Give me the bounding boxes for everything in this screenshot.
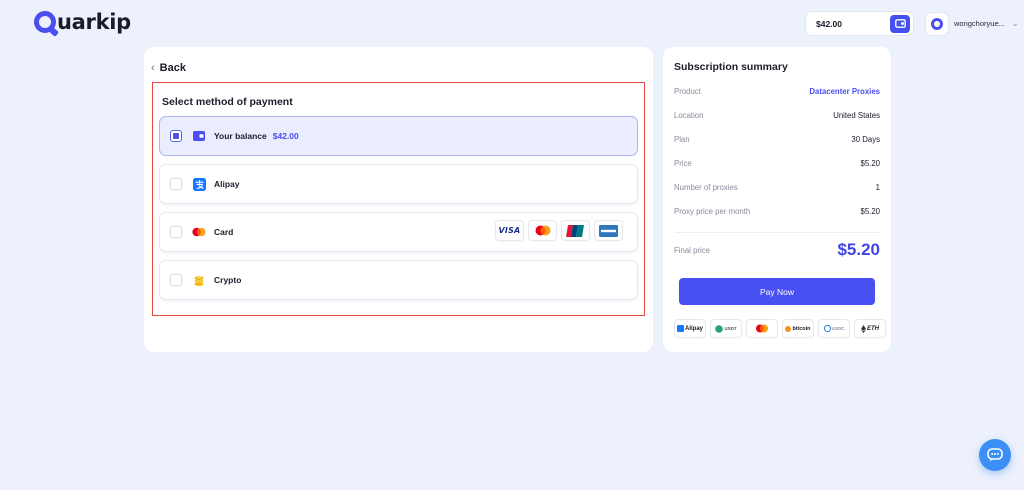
- summary-divider: [674, 232, 880, 233]
- summary-key: Proxy price per month: [674, 206, 751, 216]
- wallet-icon: [894, 19, 906, 28]
- summary-row-proxy-price-per-month: Proxy price per month $5.20: [674, 205, 880, 217]
- option-balance-amount: $42.00: [272, 131, 299, 141]
- bitcoin-logo: bitcoin: [783, 320, 813, 337]
- top-up-button[interactable]: [890, 14, 910, 33]
- back-button[interactable]: ‹ Back: [151, 62, 186, 74]
- usdt-logo-text: USDT: [724, 326, 737, 331]
- summary-key: Number of proxies: [674, 182, 738, 192]
- user-menu[interactable]: wongchoryue... ⌄: [926, 12, 1019, 35]
- checkbox-crypto[interactable]: [170, 274, 182, 286]
- logo-wordmark: uarkip: [57, 10, 131, 34]
- chat-bubble-icon: [987, 448, 1003, 462]
- alipay-icon: [192, 177, 206, 191]
- checkbox-card[interactable]: [170, 226, 182, 238]
- summary-key: Price: [674, 158, 692, 168]
- summary-row-number-of-proxies: Number of proxies 1: [674, 181, 880, 193]
- subscription-summary-card: Subscription summary Product Datacenter …: [663, 47, 891, 352]
- option-label: Card: [214, 227, 234, 237]
- summary-key: Location: [674, 110, 704, 120]
- amex-logo: [595, 221, 622, 240]
- final-price-value: $5.20: [837, 240, 880, 259]
- eth-logo-text: ETH: [867, 325, 879, 332]
- payment-method-section: Select method of payment Your balance $4…: [152, 82, 645, 316]
- visa-logo: VISA: [496, 221, 523, 240]
- payment-option-crypto[interactable]: Crypto: [160, 261, 637, 299]
- unionpay-logo: [562, 221, 589, 240]
- support-chat-button[interactable]: [979, 439, 1011, 471]
- balance-pill: $42.00: [806, 12, 913, 35]
- quarkip-logo[interactable]: uarkip: [34, 10, 131, 34]
- summary-title: Subscription summary: [674, 61, 788, 73]
- payment-method-title: Select method of payment: [162, 96, 293, 108]
- alipay-logo: Alipay: [675, 320, 705, 337]
- eth-logo: ETH: [855, 320, 885, 337]
- payment-option-balance[interactable]: Your balance $42.00: [160, 117, 637, 155]
- mastercard-logo: [747, 320, 777, 337]
- chevron-down-icon: ⌄: [1011, 19, 1019, 28]
- summary-value: $5.20: [860, 206, 880, 216]
- wallet-icon: [192, 129, 206, 143]
- visa-text: VISA: [498, 226, 521, 235]
- bitcoin-logo-text: bitcoin: [792, 325, 811, 332]
- product-link[interactable]: Datacenter Proxies: [809, 87, 880, 96]
- mastercard-icon: [192, 225, 206, 239]
- logo-q-mark: [34, 11, 56, 33]
- final-price-label: Final price: [674, 245, 710, 255]
- summary-key: Plan: [674, 134, 690, 144]
- payment-option-alipay[interactable]: Alipay: [160, 165, 637, 203]
- summary-value: 1: [875, 182, 880, 192]
- usdt-logo: USDT: [711, 320, 741, 337]
- pay-now-button[interactable]: Pay Now: [679, 278, 875, 305]
- option-label: Alipay: [214, 179, 240, 189]
- summary-row-plan: Plan 30 Days: [674, 133, 880, 145]
- summary-value: United States: [833, 110, 880, 120]
- balance-amount: $42.00: [816, 18, 842, 29]
- checkbox-alipay[interactable]: [170, 178, 182, 190]
- summary-row-product: Product Datacenter Proxies: [674, 85, 880, 97]
- option-label: Crypto: [214, 275, 242, 285]
- summary-value: 30 Days: [851, 134, 880, 144]
- summary-row-price: Price $5.20: [674, 157, 880, 169]
- usdc-logo: USDC: [819, 320, 849, 337]
- final-price-row: Final price $5.20: [674, 239, 880, 261]
- summary-value: $5.20: [860, 158, 880, 168]
- payment-option-card[interactable]: Card VISA: [160, 213, 637, 251]
- payment-card: ‹ Back Select method of payment Your bal…: [144, 47, 653, 352]
- coins-icon: [192, 273, 206, 287]
- summary-key: Product: [674, 86, 701, 96]
- option-label: Your balance: [214, 131, 267, 141]
- alipay-logo-text: Alipay: [684, 325, 703, 332]
- chevron-left-icon: ‹: [151, 62, 155, 74]
- back-label: Back: [159, 62, 186, 74]
- summary-row-location: Location United States: [674, 109, 880, 121]
- checkbox-balance[interactable]: [170, 130, 182, 142]
- card-brand-logos: VISA: [496, 221, 622, 240]
- avatar: [926, 12, 948, 35]
- usdc-logo-text: USDC: [831, 326, 845, 331]
- payment-method-logos: Alipay USDT bitcoin USDC ETH: [675, 320, 885, 337]
- mastercard-logo: [529, 221, 556, 240]
- username: wongchoryue...: [954, 19, 1005, 28]
